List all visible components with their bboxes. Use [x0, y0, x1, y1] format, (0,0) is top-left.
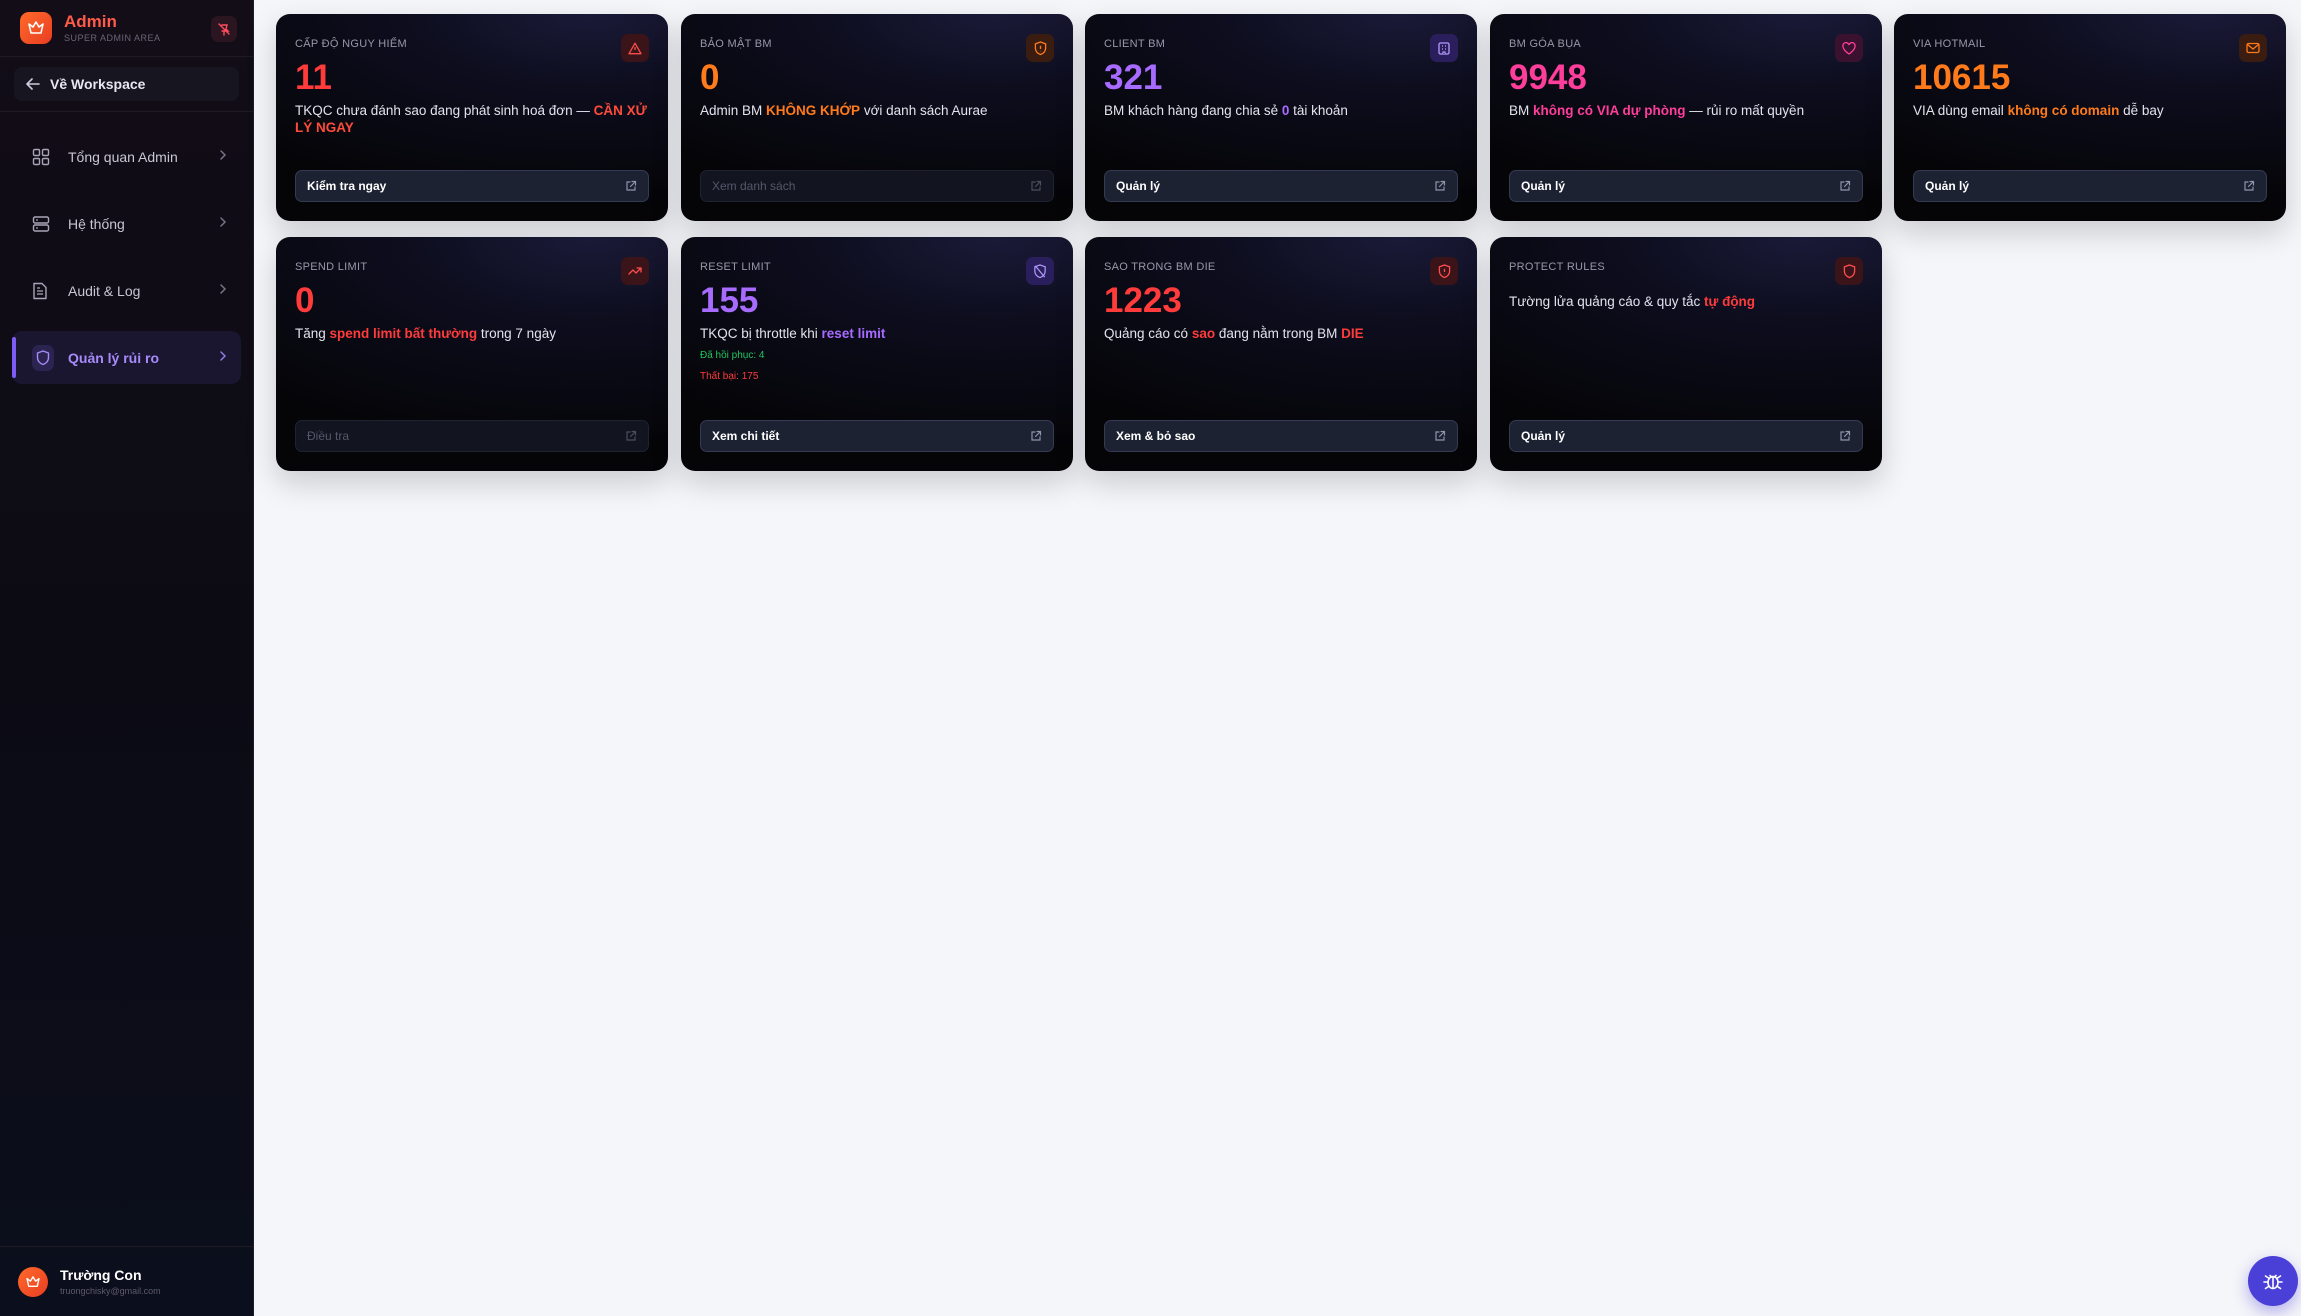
app-title: Admin	[64, 12, 117, 31]
back-to-workspace-button[interactable]: Về Workspace	[14, 67, 239, 101]
card-value: 11	[295, 58, 332, 97]
collapse-sidebar-button[interactable]	[211, 16, 237, 42]
card-label: PROTECT RULES	[1509, 261, 1605, 273]
bug-icon	[2263, 1274, 2283, 1290]
risk-card-spend-limit: SPEND LIMIT 0 Tăng spend limit bất thườn…	[276, 237, 668, 471]
back-to-workspace-label: Về Workspace	[50, 76, 146, 92]
manage-via-hotmail-button[interactable]: Quản lý	[1913, 170, 2267, 202]
shield-alert-icon	[1430, 257, 1458, 285]
investigate-button[interactable]: Điều tra	[295, 420, 649, 452]
mail-icon	[2239, 34, 2267, 62]
card-description: Quảng cáo có sao đang nằm trong BM DIE	[1104, 326, 1364, 341]
card-description: VIA dùng email không có domain dễ bay	[1913, 103, 2164, 118]
card-value: 0	[295, 281, 315, 320]
card-description: Tường lửa quảng cáo & quy tắc tự động	[1509, 294, 1756, 309]
card-description: Admin BM KHÔNG KHỚP với danh sách Aurae	[700, 103, 988, 118]
pin-off-icon	[218, 23, 230, 36]
trending-up-icon	[621, 257, 649, 285]
external-link-icon	[1435, 180, 1446, 191]
card-value: 10615	[1913, 58, 2011, 97]
shield-icon	[1835, 257, 1863, 285]
card-description: TKQC chưa đánh sao đang phát sinh hoá đơ…	[295, 103, 647, 135]
card-label: BẢO MẬT BM	[700, 38, 772, 50]
card-value: 9948	[1509, 58, 1587, 97]
chevron-right-icon	[220, 217, 227, 227]
card-label: SPEND LIMIT	[295, 261, 368, 273]
chevron-right-icon	[220, 284, 227, 294]
warning-triangle-icon	[621, 34, 649, 62]
sidebar-item-audit-log[interactable]: Audit & Log	[12, 264, 241, 317]
external-link-icon	[1031, 430, 1042, 441]
recovered-count: Đã hồi phục: 4	[700, 350, 765, 361]
card-label: BM GÓA BỤA	[1509, 38, 1582, 50]
arrow-left-icon	[26, 78, 40, 90]
app-subtitle: SUPER ADMIN AREA	[64, 33, 161, 43]
sidebar-item-label: Hệ thống	[68, 215, 125, 232]
debug-bug-button[interactable]	[2248, 1256, 2298, 1306]
building-icon	[1430, 34, 1458, 62]
external-link-icon	[1840, 180, 1851, 191]
card-label: CLIENT BM	[1104, 38, 1166, 50]
shield-icon	[32, 344, 54, 371]
document-icon	[32, 282, 54, 300]
user-profile[interactable]: Trường Con truongchisky@gmail.com	[0, 1246, 254, 1316]
sidebar-item-admin-overview[interactable]: Tổng quan Admin	[12, 130, 241, 183]
dashboard-icon	[32, 148, 54, 166]
avatar	[18, 1266, 48, 1297]
manage-protect-rules-button[interactable]: Quản lý	[1509, 420, 1863, 452]
external-link-icon	[2244, 180, 2255, 191]
brand-header: Admin SUPER ADMIN AREA	[0, 0, 253, 57]
user-name: Trường Con	[60, 1267, 142, 1283]
external-link-icon	[626, 180, 637, 191]
card-value: 155	[700, 281, 759, 320]
manage-client-bm-button[interactable]: Quản lý	[1104, 170, 1458, 202]
sidebar-item-label: Quản lý rủi ro	[68, 349, 160, 366]
failed-count: Thất bại: 175	[700, 371, 759, 382]
card-description: TKQC bị throttle khi reset limit	[700, 326, 886, 341]
risk-card-stars-in-dead-bm: SAO TRONG BM DIE 1223 Quảng cáo có sao đ…	[1085, 237, 1477, 471]
card-description: BM khách hàng đang chia sẻ 0 tài khoản	[1104, 103, 1348, 118]
user-email: truongchisky@gmail.com	[60, 1286, 161, 1296]
risk-card-widowed-bm: BM GÓA BỤA 9948 BM không có VIA dự phòng…	[1490, 14, 1882, 221]
risk-card-via-hotmail: VIA HOTMAIL 10615 VIA dùng email không c…	[1894, 14, 2286, 221]
card-value: 0	[700, 58, 720, 97]
card-label: SAO TRONG BM DIE	[1104, 261, 1216, 273]
sidebar-item-label: Tổng quan Admin	[68, 148, 178, 165]
manage-widowed-bm-button[interactable]: Quản lý	[1509, 170, 1863, 202]
external-link-icon	[1435, 430, 1446, 441]
chevron-right-icon	[220, 351, 227, 361]
risk-card-reset-limit: RESET LIMIT 155 TKQC bị throttle khi res…	[681, 237, 1073, 471]
check-now-button[interactable]: Kiểm tra ngay	[295, 170, 649, 202]
risk-card-client-bm: CLIENT BM 321 BM khách hàng đang chia sẻ…	[1085, 14, 1477, 221]
external-link-icon	[1840, 430, 1851, 441]
sidebar: Admin SUPER ADMIN AREA Về Workspace Tổng…	[0, 0, 254, 1316]
shield-off-icon	[1026, 257, 1054, 285]
card-label: RESET LIMIT	[700, 261, 771, 273]
risk-card-bm-security: BẢO MẬT BM 0 Admin BM KHÔNG KHỚP với dan…	[681, 14, 1073, 221]
heart-icon	[1835, 34, 1863, 62]
sidebar-item-system[interactable]: Hệ thống	[12, 197, 241, 250]
crown-icon	[26, 1275, 40, 1287]
sidebar-item-label: Audit & Log	[68, 282, 141, 299]
view-details-button[interactable]: Xem chi tiết	[700, 420, 1054, 452]
risk-card-danger-level: CẤP ĐỘ NGUY HIỂM 11 TKQC chưa đánh sao đ…	[276, 14, 668, 221]
server-icon	[32, 215, 54, 233]
card-description: BM không có VIA dự phòng — rủi ro mất qu…	[1509, 103, 1805, 118]
card-value: 321	[1104, 58, 1163, 97]
external-link-icon	[1031, 180, 1042, 191]
crown-logo-icon	[20, 12, 52, 44]
view-list-button[interactable]: Xem danh sách	[700, 170, 1054, 202]
chevron-right-icon	[220, 150, 227, 160]
card-label: CẤP ĐỘ NGUY HIỂM	[295, 38, 407, 50]
shield-alert-icon	[1026, 34, 1054, 62]
sidebar-item-risk-management[interactable]: Quản lý rủi ro	[12, 331, 241, 384]
card-value: 1223	[1104, 281, 1182, 320]
card-description: Tăng spend limit bất thường trong 7 ngày	[295, 326, 556, 341]
risk-card-protect-rules: PROTECT RULES Tường lửa quảng cáo & quy …	[1490, 237, 1882, 471]
external-link-icon	[626, 430, 637, 441]
view-and-remove-stars-button[interactable]: Xem & bỏ sao	[1104, 420, 1458, 452]
card-label: VIA HOTMAIL	[1913, 38, 1986, 50]
